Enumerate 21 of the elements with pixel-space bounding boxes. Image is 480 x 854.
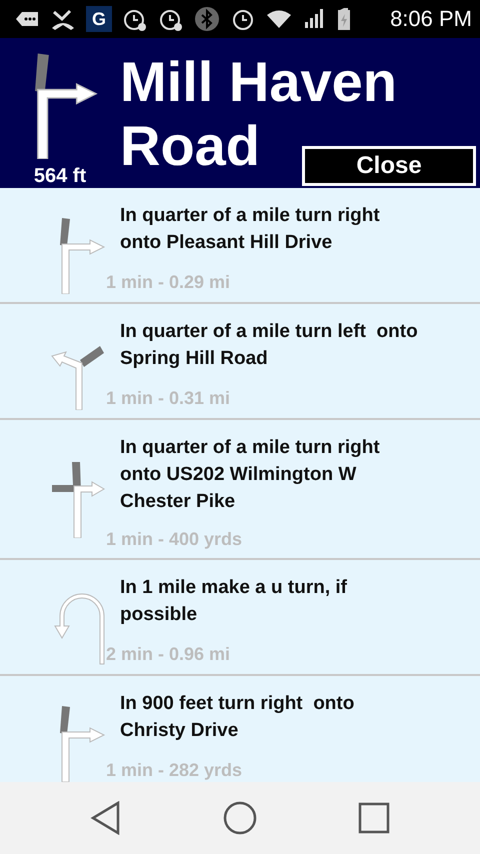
clock-time: 8:06 PM xyxy=(390,6,472,32)
road-name: Mill Haven xyxy=(120,50,397,114)
close-button[interactable]: Close xyxy=(302,146,476,186)
instruction-text: In 900 feet turn right onto Christy Drive xyxy=(119,692,356,743)
time-distance-label: 1 min - 0.31 mi xyxy=(106,386,232,410)
road-name: Road xyxy=(120,114,260,178)
time-distance-label: 1 min - 282 yrds xyxy=(106,758,244,782)
home-icon[interactable] xyxy=(222,801,257,835)
instruction-text: In 1 mile make a u turn, if possible xyxy=(119,576,348,627)
back-icon[interactable] xyxy=(90,801,122,835)
instruction-text: In quarter of a mile turn right onto Pleasant Hill Drive xyxy=(119,204,381,255)
time-distance-label: 1 min - 0.29 mi xyxy=(106,270,232,294)
recent-apps-icon[interactable] xyxy=(358,802,390,834)
instruction-text: In quarter of a mile turn right onto US202 Wilmington W Chester Pike xyxy=(119,436,381,514)
instruction-text: In quarter of a mile turn left onto Spring Hill Road xyxy=(119,320,418,371)
app-badge: G xyxy=(86,6,112,32)
battery-icon xyxy=(338,8,350,30)
time-distance-label: 2 min - 0.96 mi xyxy=(106,642,232,666)
distance-label: 564 ft xyxy=(34,165,86,188)
time-distance-label: 1 min - 400 yrds xyxy=(106,528,244,550)
bluetooth-icon xyxy=(194,6,220,32)
